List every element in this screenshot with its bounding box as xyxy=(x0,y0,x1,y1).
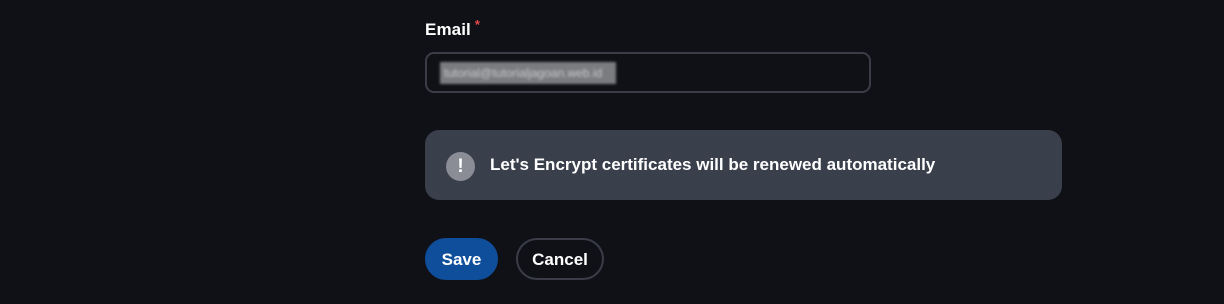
auto-renew-notice: ! Let's Encrypt certificates will be ren… xyxy=(425,130,1062,200)
email-field[interactable]: tutorial@tutorialjagoan.web.id xyxy=(425,52,871,93)
notice-text: Let's Encrypt certificates will be renew… xyxy=(490,155,936,174)
email-label-text: Email xyxy=(425,20,471,39)
cancel-button[interactable]: Cancel xyxy=(516,238,604,280)
email-value-redacted: tutorial@tutorialjagoan.web.id xyxy=(440,62,617,84)
save-button[interactable]: Save xyxy=(425,238,498,280)
email-label: Email * xyxy=(425,17,481,40)
required-marker: * xyxy=(474,17,481,32)
exclamation-icon: ! xyxy=(446,152,475,181)
